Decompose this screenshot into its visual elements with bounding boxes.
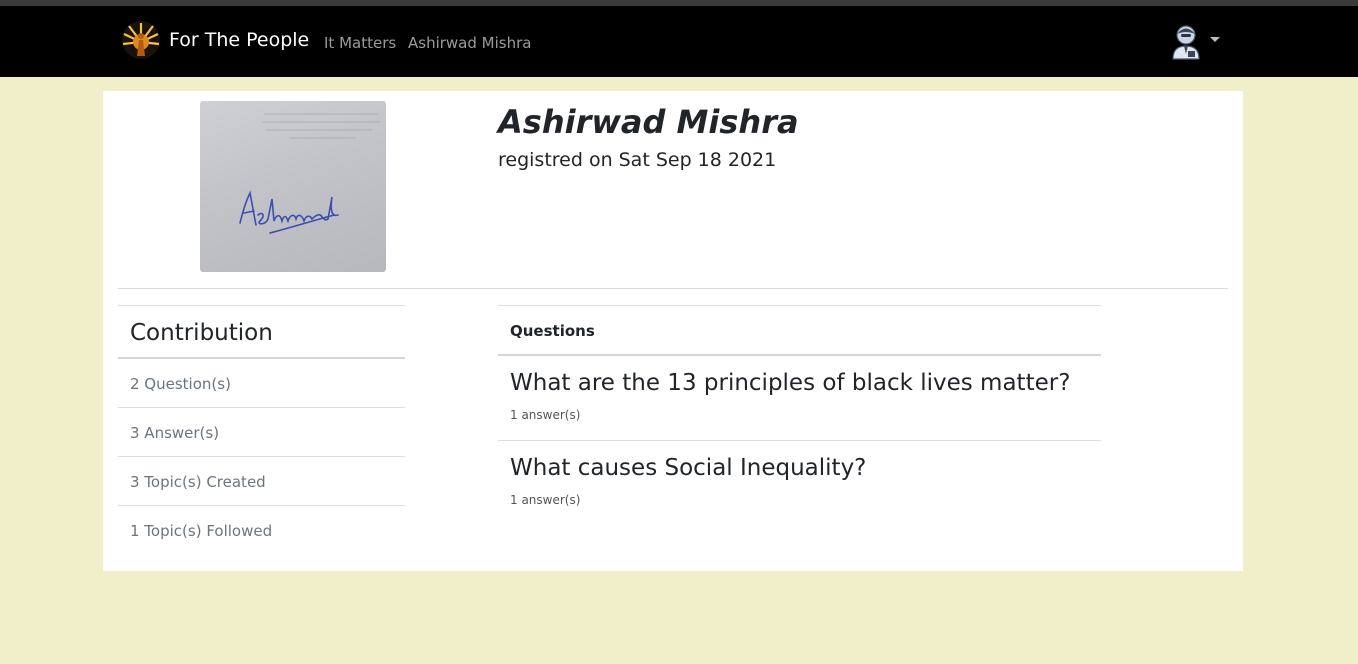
chevron-down-icon bbox=[1210, 36, 1220, 42]
list-item: What causes Social Inequality? 1 answer(… bbox=[498, 441, 1101, 526]
user-avatar-icon bbox=[1172, 25, 1200, 60]
registration-date: Sat Sep 18 2021 bbox=[618, 149, 777, 171]
contribution-questions[interactable]: 2 Question(s) bbox=[118, 359, 405, 408]
question-title-link[interactable]: What causes Social Inequality? bbox=[510, 455, 1089, 481]
contribution-topics-created[interactable]: 3 Topic(s) Created bbox=[118, 457, 405, 506]
profile-name: Ashirwad Mishra bbox=[498, 103, 799, 141]
contribution-title: Contribution bbox=[118, 305, 405, 359]
contribution-topics-followed[interactable]: 1 Topic(s) Followed bbox=[118, 506, 405, 555]
registration-label: registred on bbox=[498, 149, 613, 171]
registration-info: registred on Sat Sep 18 2021 bbox=[498, 149, 776, 171]
questions-panel: Questions What are the 13 principles of … bbox=[498, 305, 1101, 526]
nav-link-profile[interactable]: Ashirwad Mishra bbox=[408, 34, 531, 52]
questions-header: Questions bbox=[498, 305, 1101, 356]
answer-count: 1 answer(s) bbox=[510, 493, 581, 507]
user-menu-toggle[interactable] bbox=[1170, 24, 1220, 60]
answer-count: 1 answer(s) bbox=[510, 408, 581, 422]
question-title-link[interactable]: What are the 13 principles of black live… bbox=[510, 370, 1089, 396]
photo-background-text bbox=[262, 113, 380, 139]
nav-link-it-matters[interactable]: It Matters bbox=[324, 34, 396, 52]
contribution-panel: Contribution 2 Question(s) 3 Answer(s) 3… bbox=[118, 305, 405, 555]
contribution-answers[interactable]: 3 Answer(s) bbox=[118, 408, 405, 457]
profile-photo bbox=[200, 101, 386, 272]
profile-card: Ashirwad Mishra registred on Sat Sep 18 2… bbox=[103, 91, 1243, 571]
brand-link[interactable]: For The People bbox=[121, 20, 309, 60]
signature-image bbox=[239, 190, 339, 234]
list-item: What are the 13 principles of black live… bbox=[498, 356, 1101, 441]
sunburst-logo-icon bbox=[122, 21, 160, 59]
navbar: For The People It Matters Ashirwad Mishr… bbox=[0, 6, 1358, 77]
brand-name: For The People bbox=[169, 29, 310, 51]
section-divider bbox=[118, 288, 1228, 289]
